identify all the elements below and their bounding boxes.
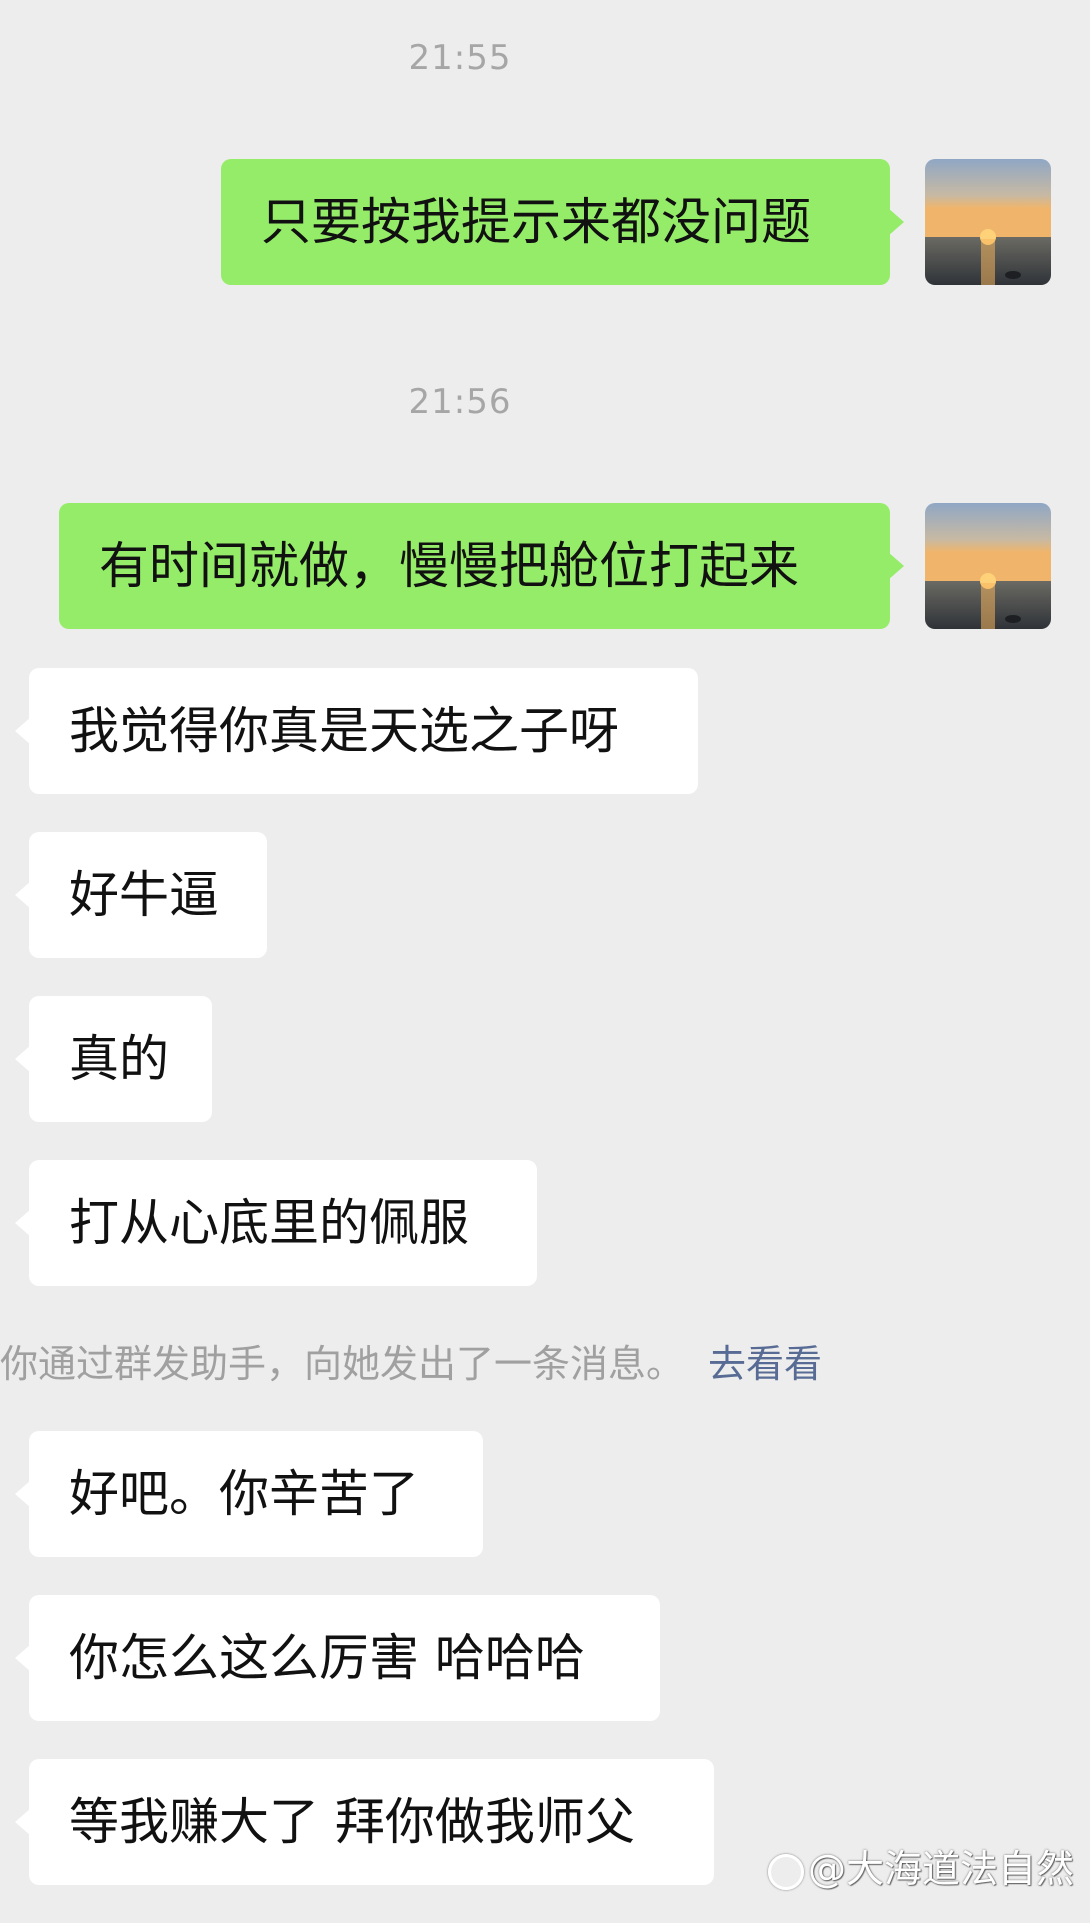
watermark: @大海道法自然 [768, 1838, 1074, 1893]
system-notice-text: 你通过群发助手，向她发出了一条消息。 [0, 1342, 685, 1386]
received-message-bubble[interactable]: 等我赚大了 拜你做我师父 [15, 1759, 714, 1885]
timestamp: 21:56 [408, 382, 512, 422]
received-message-bubble[interactable]: 我觉得你真是天选之子呀 [15, 668, 698, 794]
view-link[interactable]: 去看看 [708, 1342, 822, 1386]
watermark-text: @大海道法自然 [808, 1847, 1075, 1891]
received-message-bubble[interactable]: 好牛逼 [15, 832, 267, 958]
sent-message-bubble[interactable]: 只要按我提示来都没问题 [221, 159, 904, 285]
sent-message-bubble[interactable]: 有时间就做，慢慢把舱位打起来 [59, 503, 904, 629]
timestamp: 21:55 [408, 38, 512, 78]
system-notice: 你通过群发助手，向她发出了一条消息。 去看看 [0, 1333, 822, 1388]
platform-logo-icon [768, 1853, 804, 1890]
user-avatar[interactable] [925, 159, 1051, 285]
received-message-bubble[interactable]: 真的 [15, 996, 212, 1122]
sunset-avatar-icon [925, 159, 1051, 285]
user-avatar[interactable] [925, 503, 1051, 629]
received-message-bubble[interactable]: 打从心底里的佩服 [15, 1160, 537, 1286]
received-message-bubble[interactable]: 你怎么这么厉害 哈哈哈 [15, 1595, 660, 1721]
sunset-avatar-icon [925, 503, 1051, 629]
received-message-bubble[interactable]: 好吧。你辛苦了 [15, 1431, 483, 1557]
